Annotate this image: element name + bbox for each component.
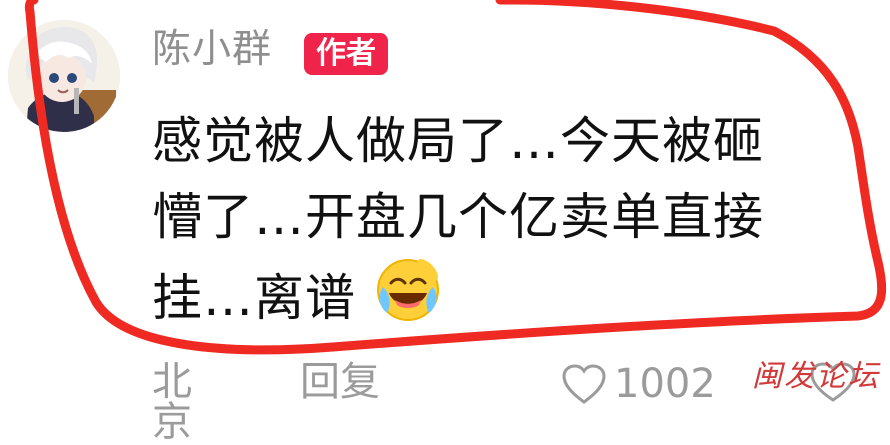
reply-button[interactable]: 回复: [300, 362, 380, 402]
author-badge: 作者: [304, 33, 388, 75]
location-label: 北京: [152, 359, 192, 445]
avatar[interactable]: [8, 20, 120, 132]
comment-text-line-3: 挂…离谱: [152, 255, 852, 336]
comment-text-line-1: 感觉被人做局了…今天被砸: [152, 112, 764, 170]
laughing-crying-emoji-icon: [373, 255, 443, 325]
username[interactable]: 陈小群: [152, 30, 272, 69]
watermark: 闽发论坛: [752, 359, 880, 394]
comment-text: 感觉被人做局了…今天被砸 懵了…开盘几个亿卖单直接 挂…离谱: [152, 103, 852, 336]
comment-text-line-3-text: 挂…离谱: [152, 269, 356, 327]
like-button[interactable]: 1002: [560, 363, 716, 405]
like-count: 1002: [614, 361, 716, 407]
heart-icon: [562, 364, 606, 404]
comment-text-line-2: 懵了…开盘几个亿卖单直接: [152, 188, 764, 246]
comment-item: 陈小群 作者 感觉被人做局了…今天被砸 懵了…开盘几个亿卖单直接 挂…离谱 北京…: [0, 0, 890, 442]
